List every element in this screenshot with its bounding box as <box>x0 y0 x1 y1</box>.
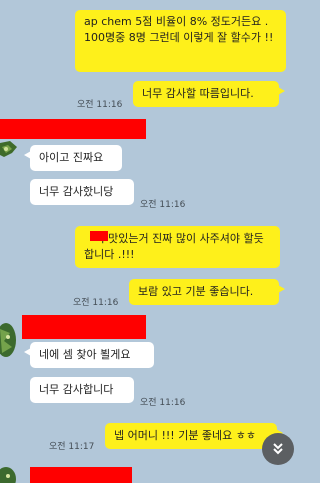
message-time: 오전 11:16 <box>140 200 186 210</box>
message-bubble-received[interactable]: 네에 셈 찾아 뵐게요 <box>24 342 154 368</box>
message-bubble-sent[interactable]: 넵 어머니 !!! 기분 좋네요 ㅎㅎ <box>105 423 283 449</box>
redacted-sender-name <box>30 467 132 483</box>
message-bubble-sent[interactable]: ap chem 5점 비율이 8% 정도거든요 . 100명중 8명 그런데 이… <box>75 10 286 72</box>
scroll-to-bottom-button[interactable] <box>262 433 294 465</box>
message-time: 오전 11:16 <box>77 100 123 110</box>
message-bubble-received[interactable]: 너무 감사합니다 <box>30 377 134 403</box>
message-bubble-received[interactable]: 아이고 진짜요 <box>24 145 122 171</box>
message-time: 오전 11:17 <box>49 442 95 452</box>
message-time: 오전 11:16 <box>73 298 119 308</box>
redacted-sender-name <box>0 119 146 139</box>
avatar[interactable] <box>0 139 18 159</box>
avatar[interactable] <box>0 321 16 359</box>
message-bubble-received[interactable]: 너무 감사핬니당 <box>30 179 134 205</box>
redacted-sender-name <box>22 315 146 339</box>
avatar[interactable] <box>0 465 16 483</box>
message-bubble-sent[interactable]: 보람 있고 기분 좋습니다. <box>129 279 285 305</box>
chevron-double-down-icon <box>271 441 285 458</box>
redacted-name <box>90 231 108 241</box>
message-time: 오전 11:16 <box>140 398 186 408</box>
message-bubble-sent[interactable]: 너무 감사할 따름입니다. <box>133 81 285 107</box>
